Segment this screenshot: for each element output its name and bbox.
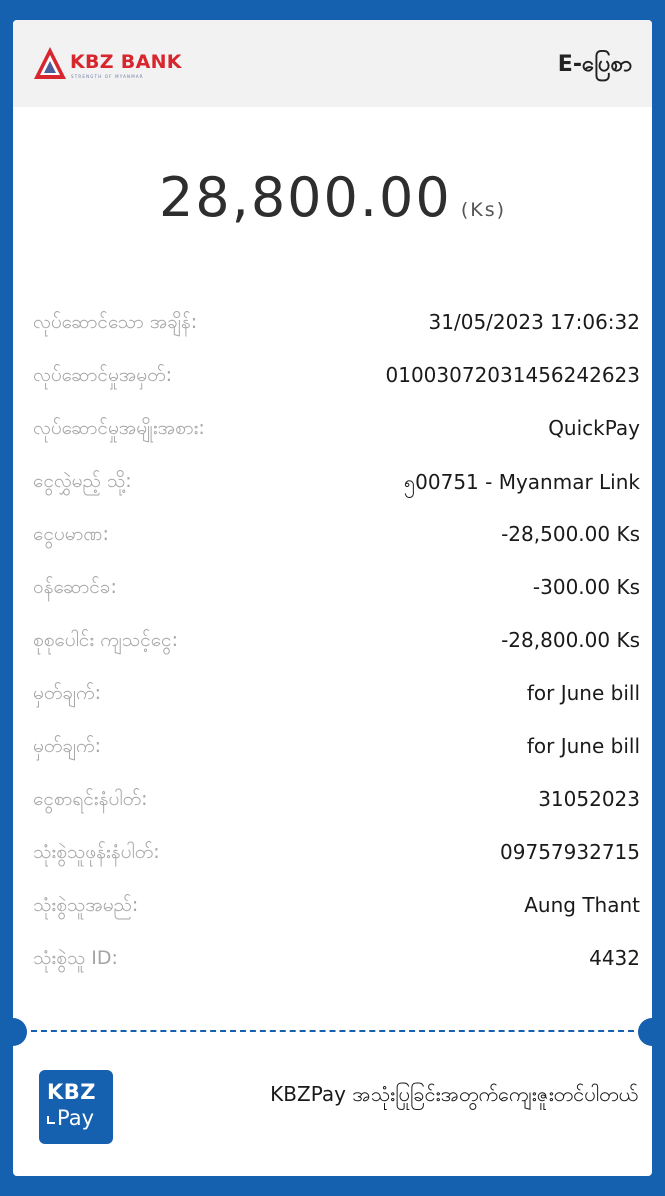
detail-row: လုပ်ဆောင်မှုအမှတ်: 01003072031456242623: [13, 353, 652, 406]
detail-label: လုပ်ဆောင်မှုအမှတ်:: [33, 364, 172, 386]
thank-you-message: KBZPay အသုံးပြုခြင်းအတွက်ကျေးဇူးတင်ပါတယ်: [270, 1082, 638, 1106]
detail-row: သုံးစွဲသူ ID: 4432: [13, 936, 652, 989]
corner-mark-icon: [47, 1116, 55, 1124]
amount-value: 28,800.00: [158, 166, 452, 229]
detail-label: လုပ်ဆောင်မှုအမျိုးအစား:: [33, 417, 205, 439]
total-amount: 28,800.00 (Ks): [13, 166, 652, 229]
detail-label: မှတ်ချက်:: [33, 735, 102, 757]
detail-row: လုပ်ဆောင်မှုအမျိုးအစား: QuickPay: [13, 406, 652, 459]
detail-row: မှတ်ချက်: for June bill: [13, 671, 652, 724]
receipt-card: KBZ BANK STRENGTH OF MYANMAR E-ပြေစာ 28,…: [13, 20, 652, 1176]
bank-tagline: STRENGTH OF MYANMAR: [71, 74, 144, 79]
detail-value: 01003072031456242623: [385, 363, 641, 387]
detail-row: စုစုပေါင်း ကျသင့်ငွေ: -28,800.00 Ks: [13, 618, 652, 671]
detail-row: ငွေစာရင်းနံပါတ်: 31052023: [13, 777, 652, 830]
detail-value: Aung Thant: [524, 893, 640, 917]
detail-label: စုစုပေါင်း ကျသင့်ငွေ:: [33, 629, 178, 651]
detail-value: 31052023: [538, 787, 640, 811]
kbz-triangle-icon: [34, 47, 66, 79]
detail-value: for June bill: [526, 734, 640, 758]
detail-value: -28,500.00 Ks: [501, 522, 640, 546]
kbzpay-logo-line1: KBZ: [47, 1080, 97, 1104]
detail-row: ငွေပမာဏ: -28,500.00 Ks: [13, 512, 652, 565]
detail-value: 31/05/2023 17:06:32: [428, 310, 640, 334]
detail-value: QuickPay: [548, 416, 640, 440]
detail-label: သုံးစွဲသူ ID:: [33, 947, 118, 969]
receipt-header: KBZ BANK STRENGTH OF MYANMAR E-ပြေစာ: [13, 20, 652, 107]
detail-row: သုံးစွဲသူအမည်: Aung Thant: [13, 883, 652, 936]
detail-row: ငွေလွှဲမည့် သို့: ၅00751 - Myanmar Link: [13, 459, 652, 512]
detail-label: လုပ်ဆောင်သော အချိန်:: [33, 311, 198, 333]
detail-row: လုပ်ဆောင်သော အချိန်: 31/05/2023 17:06:32: [13, 300, 652, 353]
detail-value: 09757932715: [500, 840, 640, 864]
kbz-bank-logo: KBZ BANK STRENGTH OF MYANMAR: [33, 45, 198, 85]
ticket-notch-right: [638, 1018, 652, 1046]
detail-value: -300.00 Ks: [532, 575, 640, 599]
detail-label: ငွေလွှဲမည့် သို့:: [33, 470, 132, 492]
detail-row: ဝန်ဆောင်ခ: -300.00 Ks: [13, 565, 652, 618]
bank-name: KBZ BANK: [70, 51, 182, 73]
detail-value: -28,800.00 Ks: [501, 628, 640, 652]
details-list: လုပ်ဆောင်သော အချိန်: 31/05/2023 17:06:32 လ…: [13, 300, 652, 989]
detail-label: ငွေစာရင်းနံပါတ်:: [33, 788, 148, 810]
detail-value: for June bill: [526, 681, 640, 705]
detail-label: သုံးစွဲသူဖုန်းနံပါတ်:: [33, 841, 160, 863]
kbzpay-logo: KBZ Pay: [39, 1070, 113, 1144]
kbzpay-logo-line2: Pay: [57, 1106, 95, 1130]
ticket-notch-left: [13, 1018, 27, 1046]
detail-label: ငွေပမာဏ:: [33, 523, 109, 545]
detail-value: 4432: [589, 946, 640, 970]
detail-row: သုံးစွဲသူဖုန်းနံပါတ်: 09757932715: [13, 830, 652, 883]
detail-row: မှတ်ချက်: for June bill: [13, 724, 652, 777]
dashed-divider: [31, 1030, 634, 1032]
amount-unit: (Ks): [460, 199, 507, 221]
detail-label: သုံးစွဲသူအမည်:: [33, 894, 139, 916]
page-title: E-ပြေစာ: [557, 52, 632, 77]
detail-label: ဝန်ဆောင်ခ:: [33, 576, 117, 598]
detail-value: ၅00751 - Myanmar Link: [403, 470, 640, 494]
detail-label: မှတ်ချက်:: [33, 682, 102, 704]
